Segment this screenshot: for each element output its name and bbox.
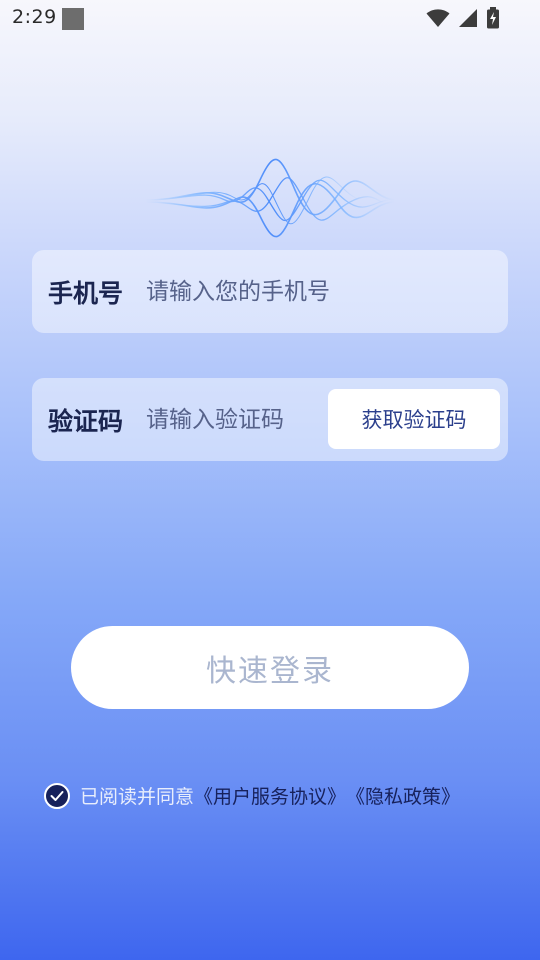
status-icons bbox=[426, 7, 500, 29]
phone-field: 手机号 bbox=[32, 250, 508, 333]
verification-code-label: 验证码 bbox=[48, 406, 124, 436]
cellular-signal-icon bbox=[459, 9, 477, 27]
agreement-prefix: 已阅读并同意 bbox=[80, 786, 195, 808]
agreement-checkbox[interactable] bbox=[44, 782, 70, 809]
status-time: 2:29 bbox=[12, 6, 57, 28]
quick-login-button[interactable]: 快速登录 bbox=[71, 626, 469, 709]
user-agreement-link[interactable]: 《用户服务协议》 bbox=[194, 782, 346, 809]
agreement-text-group: 已阅读并同意 《用户服务协议》 《隐私政策》 bbox=[80, 782, 460, 809]
agreement-row: 已阅读并同意 《用户服务协议》 《隐私政策》 bbox=[44, 782, 460, 809]
wifi-icon bbox=[426, 9, 450, 27]
notification-icon bbox=[62, 8, 84, 30]
status-bar: 2:29 bbox=[0, 0, 540, 36]
get-code-button[interactable]: 获取验证码 bbox=[328, 389, 500, 449]
verification-code-input[interactable] bbox=[146, 378, 346, 461]
phone-input[interactable] bbox=[146, 250, 486, 333]
sound-wave-icon bbox=[145, 158, 395, 238]
verification-code-field: 验证码 获取验证码 bbox=[32, 378, 508, 461]
battery-charging-icon bbox=[487, 7, 499, 29]
checkmark-icon bbox=[50, 790, 64, 801]
phone-label: 手机号 bbox=[48, 278, 124, 308]
privacy-policy-link[interactable]: 《隐私政策》 bbox=[346, 782, 460, 809]
